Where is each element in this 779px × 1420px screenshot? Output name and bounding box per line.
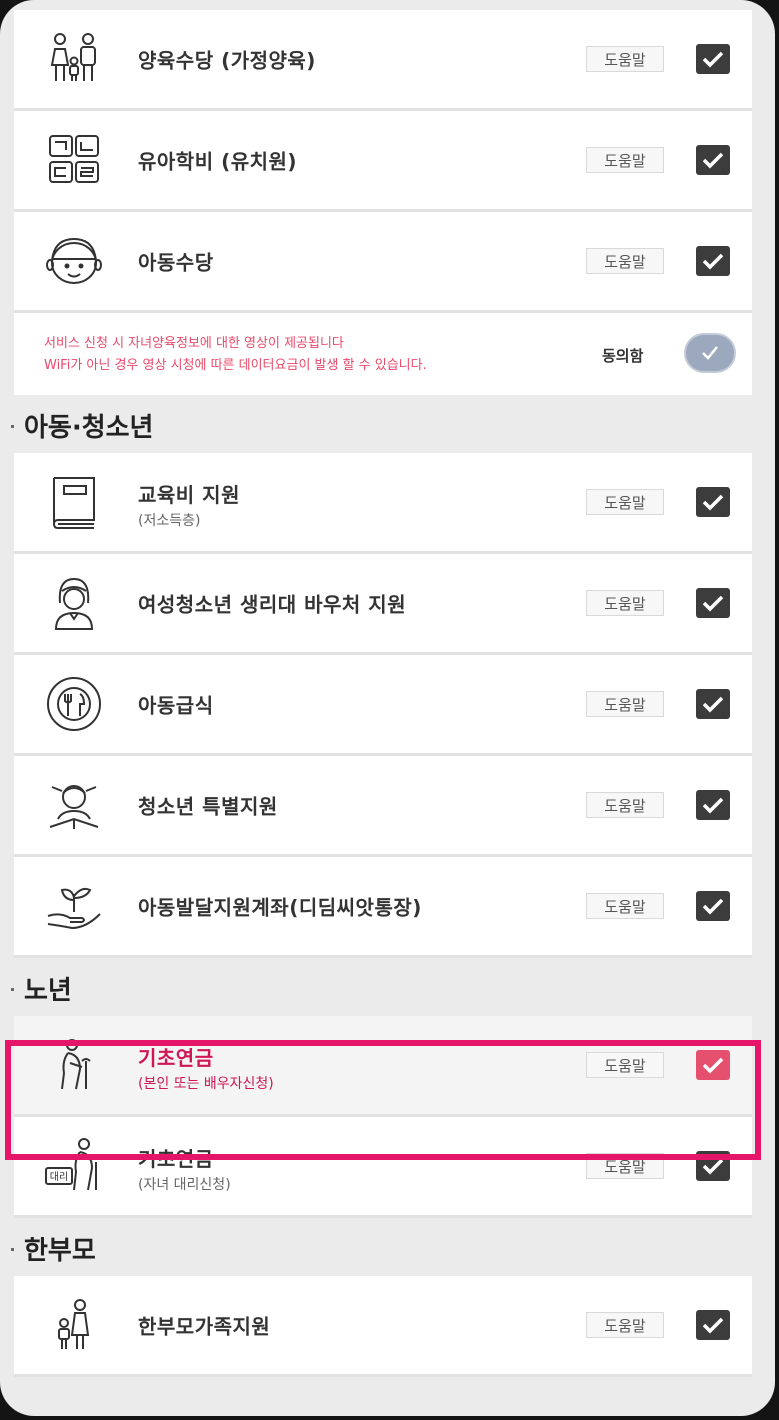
item-title: 양육수당 (가정양육) [138,48,316,73]
sprout-hand-icon [42,876,106,936]
agree-label: 동의함 [602,347,644,365]
item-title: 한부모가족지원 [138,1314,271,1339]
item-subtitle: (자녀 대리신청) [138,1177,231,1193]
check-icon [702,595,724,612]
help-button[interactable]: 도움말 [586,590,664,616]
help-button[interactable]: 도움말 [586,1312,664,1338]
checkbox[interactable] [696,1310,730,1340]
blocks-icon [42,130,106,190]
help-button[interactable]: 도움말 [586,1153,664,1179]
checkbox[interactable] [696,487,730,517]
check-icon [702,51,724,68]
checkbox[interactable] [696,44,730,74]
item-title: 아동발달지원계좌(디딤씨앗통장) [138,895,422,920]
checkbox[interactable] [696,891,730,921]
parent-child-icon [42,1295,106,1355]
phone-screen: 양육수당 (가정양육) 도움말 유아학비 (유치원) 도움말 아동수당 도움말 … [0,0,775,1416]
section-title: 노년 [24,976,72,1006]
item-title: 유아학비 (유치원) [138,149,298,174]
help-button[interactable]: 도움말 [586,691,664,717]
list-item-pension-self[interactable]: 기초연금 (본인 또는 배우자신청) 도움말 [14,1016,752,1117]
checkbox[interactable] [696,145,730,175]
checkbox[interactable] [696,689,730,719]
book-icon [42,472,106,532]
elderly-proxy-icon: 대리 [42,1136,106,1196]
list-item-teen-support[interactable]: 청소년 특별지원 도움말 [14,756,752,857]
bullet-dot [11,1248,14,1251]
list-item-single-parent-support[interactable]: 한부모가족지원 도움말 [14,1276,752,1377]
item-subtitle: (저소득층) [138,513,201,529]
check-icon [702,494,724,511]
check-icon [702,797,724,814]
item-title: 아동수당 [138,250,214,275]
notice-text: 서비스 신청 시 자녀양육정보에 대한 영상이 제공됩니다 WiFi가 아닌 경… [44,333,427,377]
item-title: 기초연금 [138,1046,214,1070]
check-icon [702,152,724,169]
check-icon [702,1158,724,1175]
list-item-child-meals[interactable]: 아동급식 도움말 [14,655,752,756]
section-title: 한부모 [24,1236,96,1266]
check-icon [702,1057,724,1074]
check-icon [702,346,718,360]
item-title: 기초연금 [138,1147,214,1171]
proxy-tag: 대리 [50,1171,68,1183]
check-icon [702,696,724,713]
checkbox[interactable] [696,246,730,276]
teen-reading-icon [42,775,106,835]
elderly-icon [42,1035,106,1095]
bullet-dot [11,988,14,991]
list-item-child-allowance[interactable]: 아동수당 도움말 [14,212,752,313]
section-header-single-parent: 한부모 [11,1218,752,1276]
agree-toggle[interactable] [684,333,736,373]
girl-icon [42,573,106,633]
help-button[interactable]: 도움말 [586,46,664,72]
check-icon [702,898,724,915]
item-subtitle: (본인 또는 배우자신청) [138,1076,274,1092]
list-item-education[interactable]: 교육비 지원 (저소득층) 도움말 [14,453,752,554]
check-icon [702,1317,724,1334]
item-title: 교육비 지원 [138,483,240,507]
list-item-dream-account[interactable]: 아동발달지원계좌(디딤씨앗통장) 도움말 [14,857,752,958]
child-face-icon [42,231,106,291]
help-button[interactable]: 도움말 [586,489,664,515]
section-header-elderly: 노년 [11,958,752,1016]
help-button[interactable]: 도움말 [586,1052,664,1078]
notice-line: 서비스 신청 시 자녀양육정보에 대한 영상이 제공됩니다 [44,336,344,351]
checkbox[interactable] [696,1151,730,1181]
checkbox[interactable] [696,1050,730,1080]
section-header-youth: 아동·청소년 [11,395,752,453]
item-title: 아동급식 [138,693,214,718]
check-icon [702,253,724,270]
family-icon [42,29,106,89]
help-button[interactable]: 도움말 [586,248,664,274]
video-notice: 서비스 신청 시 자녀양육정보에 대한 영상이 제공됩니다 WiFi가 아닌 경… [14,313,752,395]
list-item-sanitary-voucher[interactable]: 여성청소년 생리대 바우처 지원 도움말 [14,554,752,655]
list-item-home-care[interactable]: 양육수당 (가정양육) 도움말 [14,10,752,111]
plate-icon [42,674,106,734]
help-button[interactable]: 도움말 [586,792,664,818]
checkbox[interactable] [696,790,730,820]
help-button[interactable]: 도움말 [586,147,664,173]
notice-line: WiFi가 아닌 경우 영상 시청에 따른 데이터요금이 발생 할 수 있습니다… [44,358,427,373]
item-title: 여성청소년 생리대 바우처 지원 [138,592,407,617]
section-title: 아동·청소년 [24,413,154,443]
bullet-dot [11,425,14,428]
help-button[interactable]: 도움말 [586,893,664,919]
item-title: 청소년 특별지원 [138,794,278,819]
checkbox[interactable] [696,588,730,618]
list-item-kindergarten[interactable]: 유아학비 (유치원) 도움말 [14,111,752,212]
service-list: 양육수당 (가정양육) 도움말 유아학비 (유치원) 도움말 아동수당 도움말 … [11,10,752,1377]
list-item-pension-proxy[interactable]: 대리 기초연금 (자녀 대리신청) 도움말 [14,1117,752,1218]
